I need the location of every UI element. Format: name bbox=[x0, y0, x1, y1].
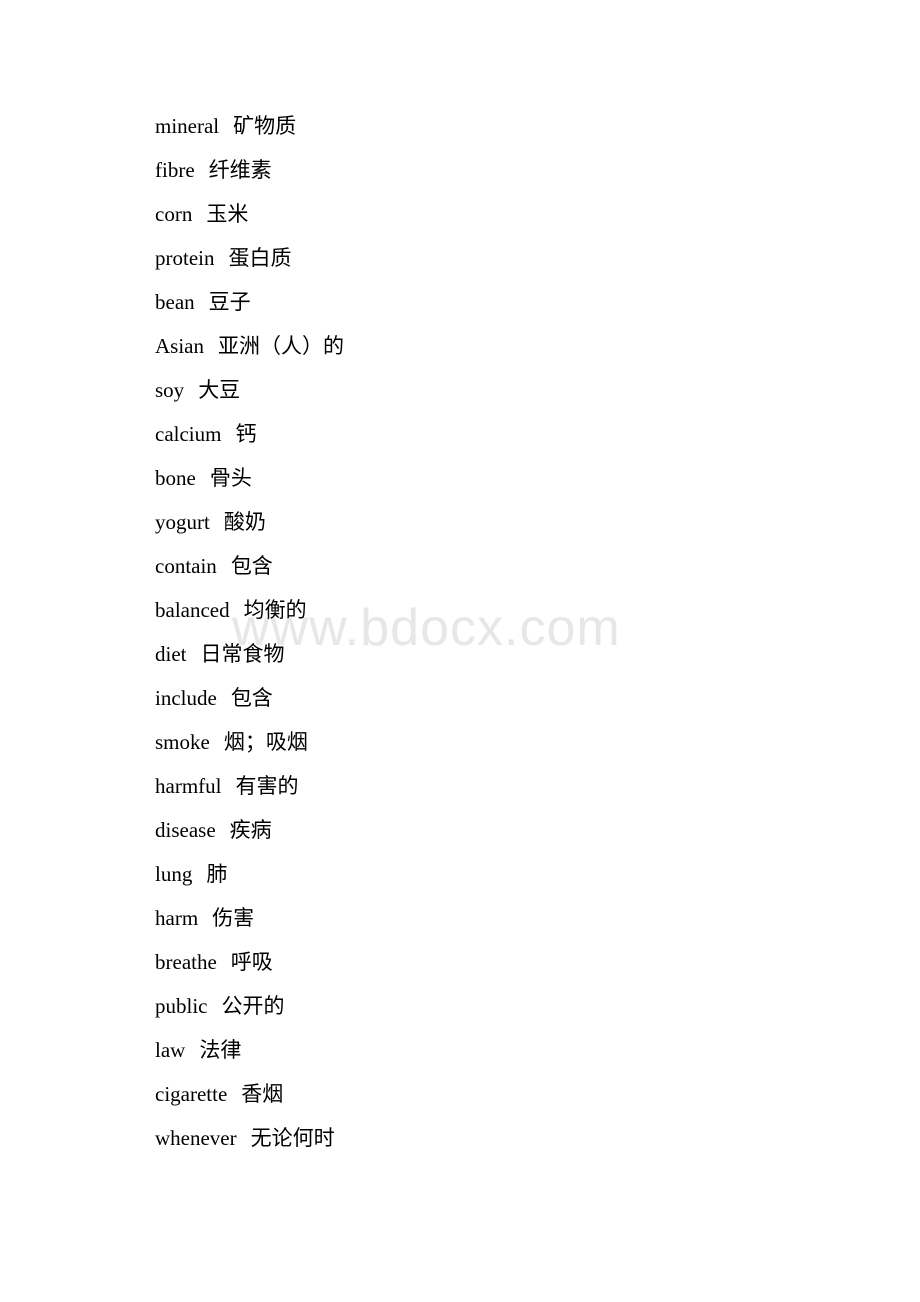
vocabulary-gloss: 玉米 bbox=[206, 202, 249, 226]
vocabulary-entry: yogurt 酸奶 bbox=[155, 500, 855, 544]
vocabulary-gloss: 包含 bbox=[230, 554, 273, 578]
vocabulary-gloss: 烟；吸烟 bbox=[223, 730, 308, 754]
vocabulary-entry: mineral 矿物质 bbox=[155, 104, 855, 148]
vocabulary-gloss: 钙 bbox=[235, 422, 257, 446]
vocabulary-gloss: 肺 bbox=[206, 862, 228, 886]
vocabulary-term: protein bbox=[155, 246, 215, 270]
vocabulary-entry: diet 日常食物 bbox=[155, 632, 855, 676]
vocabulary-term: whenever bbox=[155, 1126, 237, 1150]
vocabulary-gloss: 亚洲（人）的 bbox=[218, 334, 344, 358]
vocabulary-gloss: 疾病 bbox=[229, 818, 272, 842]
vocabulary-gloss: 有害的 bbox=[235, 774, 299, 798]
vocabulary-entry: bone 骨头 bbox=[155, 456, 855, 500]
vocabulary-entry: smoke 烟；吸烟 bbox=[155, 720, 855, 764]
vocabulary-gloss: 蛋白质 bbox=[228, 246, 292, 270]
vocabulary-gloss: 无论何时 bbox=[250, 1126, 335, 1150]
vocabulary-entry: law 法律 bbox=[155, 1028, 855, 1072]
vocabulary-entry: lung 肺 bbox=[155, 852, 855, 896]
vocabulary-term: calcium bbox=[155, 422, 222, 446]
vocabulary-entry: include 包含 bbox=[155, 676, 855, 720]
vocabulary-term: breathe bbox=[155, 950, 217, 974]
vocabulary-term: diet bbox=[155, 642, 187, 666]
vocabulary-entry: soy 大豆 bbox=[155, 368, 855, 412]
vocabulary-list: mineral 矿物质 fibre 纤维素 corn 玉米 protein 蛋白质 bean 豆子… bbox=[155, 104, 855, 1160]
document-page: www.bdocx.com mineral 矿物质 fibre 纤维素 corn 玉米 pr… bbox=[0, 0, 920, 1302]
vocabulary-entry: cigarette 香烟 bbox=[155, 1072, 855, 1116]
vocabulary-gloss: 纤维素 bbox=[208, 158, 272, 182]
vocabulary-entry: breathe 呼吸 bbox=[155, 940, 855, 984]
vocabulary-entry: whenever 无论何时 bbox=[155, 1116, 855, 1160]
vocabulary-gloss: 呼吸 bbox=[230, 950, 273, 974]
vocabulary-term: smoke bbox=[155, 730, 210, 754]
vocabulary-gloss: 公开的 bbox=[221, 994, 285, 1018]
vocabulary-gloss: 均衡的 bbox=[243, 598, 307, 622]
vocabulary-entry: Asian 亚洲（人）的 bbox=[155, 324, 855, 368]
vocabulary-gloss: 骨头 bbox=[209, 466, 252, 490]
vocabulary-term: fibre bbox=[155, 158, 195, 182]
vocabulary-entry: disease 疾病 bbox=[155, 808, 855, 852]
vocabulary-term: contain bbox=[155, 554, 217, 578]
vocabulary-entry: public 公开的 bbox=[155, 984, 855, 1028]
vocabulary-term: harmful bbox=[155, 774, 222, 798]
vocabulary-term: lung bbox=[155, 862, 193, 886]
vocabulary-gloss: 酸奶 bbox=[223, 510, 266, 534]
vocabulary-entry: balanced 均衡的 bbox=[155, 588, 855, 632]
vocabulary-entry: harmful 有害的 bbox=[155, 764, 855, 808]
vocabulary-term: law bbox=[155, 1038, 186, 1062]
vocabulary-term: mineral bbox=[155, 114, 220, 138]
vocabulary-gloss: 包含 bbox=[230, 686, 273, 710]
vocabulary-term: corn bbox=[155, 202, 193, 226]
vocabulary-term: harm bbox=[155, 906, 199, 930]
vocabulary-term: yogurt bbox=[155, 510, 210, 534]
vocabulary-gloss: 伤害 bbox=[212, 906, 255, 930]
vocabulary-gloss: 大豆 bbox=[198, 378, 241, 402]
vocabulary-term: balanced bbox=[155, 598, 230, 622]
vocabulary-entry: harm 伤害 bbox=[155, 896, 855, 940]
vocabulary-term: bone bbox=[155, 466, 196, 490]
vocabulary-entry: calcium 钙 bbox=[155, 412, 855, 456]
vocabulary-term: cigarette bbox=[155, 1082, 228, 1106]
vocabulary-term: public bbox=[155, 994, 208, 1018]
vocabulary-term: Asian bbox=[155, 334, 204, 358]
vocabulary-gloss: 矿物质 bbox=[233, 114, 297, 138]
vocabulary-entry: protein 蛋白质 bbox=[155, 236, 855, 280]
vocabulary-entry: fibre 纤维素 bbox=[155, 148, 855, 192]
vocabulary-gloss: 法律 bbox=[199, 1038, 242, 1062]
vocabulary-entry: corn 玉米 bbox=[155, 192, 855, 236]
vocabulary-gloss: 香烟 bbox=[241, 1082, 284, 1106]
vocabulary-term: disease bbox=[155, 818, 216, 842]
vocabulary-term: bean bbox=[155, 290, 195, 314]
vocabulary-entry: bean 豆子 bbox=[155, 280, 855, 324]
vocabulary-term: include bbox=[155, 686, 217, 710]
vocabulary-entry: contain 包含 bbox=[155, 544, 855, 588]
vocabulary-term: soy bbox=[155, 378, 185, 402]
vocabulary-gloss: 豆子 bbox=[208, 290, 251, 314]
vocabulary-gloss: 日常食物 bbox=[200, 642, 285, 666]
